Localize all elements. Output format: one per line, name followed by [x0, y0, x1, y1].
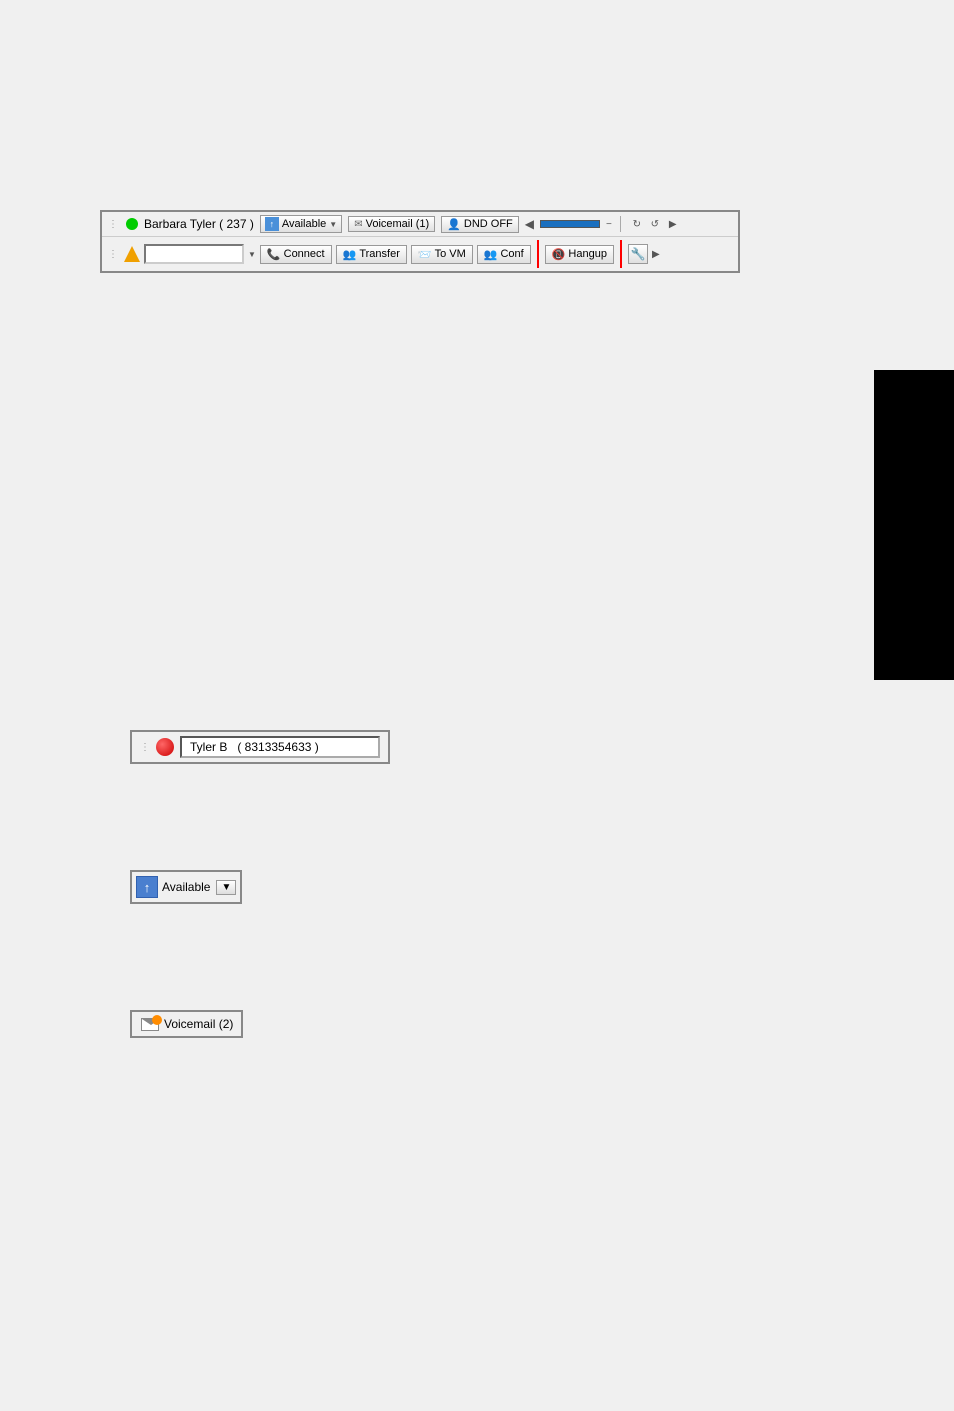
hangup-label: Hangup — [568, 248, 607, 260]
dnd-button[interactable]: 👤 DND OFF — [441, 216, 519, 233]
speaker-icon: ◀ — [525, 217, 534, 231]
dial-dropdown-icon[interactable]: ▼ — [248, 250, 256, 259]
voicemail-button[interactable]: ✉ Voicemail (1) — [348, 216, 435, 232]
toolbar-row1: ⋮ Barbara Tyler ( 237 ) ↑ Available ▼ ✉ … — [102, 212, 738, 237]
alert-triangle-icon — [124, 246, 140, 262]
tovm-label: To VM — [435, 248, 466, 260]
conf-label: Conf — [500, 248, 523, 260]
volume-bar[interactable] — [540, 220, 600, 228]
red-separator-line — [537, 240, 539, 268]
refresh-icons: ↻ ↺ — [629, 216, 663, 232]
toolbar-row2: ⋮ ▼ 📞 Connect 👥 Transfer 📨 To VM 👥 Conf … — [102, 237, 738, 271]
transfer-label: Transfer — [359, 248, 400, 260]
connect-label: Connect — [284, 248, 325, 260]
black-side-panel — [874, 370, 954, 680]
call-card-drag-icon: ⋮ — [140, 742, 150, 753]
minimize-icon[interactable]: − — [606, 219, 612, 230]
active-call-card: ⋮ Tyler B ( 8313354633 ) — [130, 730, 390, 764]
available-dropdown-button[interactable]: ▼ — [216, 880, 236, 895]
call-info-display: Tyler B ( 8313354633 ) — [180, 736, 380, 758]
envelope-body — [141, 1018, 159, 1031]
status-person-icon: ↑ — [265, 217, 279, 231]
available-status-widget: ↑ Available ▼ — [130, 870, 242, 904]
available-person-icon: ↑ — [144, 880, 151, 895]
drag-handle-icon: ⋮ — [108, 219, 118, 230]
voicemail-envelope-icon: ✉ — [354, 219, 362, 230]
connect-button[interactable]: 📞 Connect — [260, 245, 332, 264]
main-toolbar: ⋮ Barbara Tyler ( 237 ) ↑ Available ▼ ✉ … — [100, 210, 740, 273]
available-status-button[interactable]: ↑ Available ▼ — [260, 215, 342, 233]
conf-icon: 👥 — [484, 248, 498, 261]
user-name-label: Barbara Tyler ( 237 ) — [144, 217, 254, 231]
dnd-label: DND OFF — [464, 218, 513, 230]
voicemail-widget[interactable]: Voicemail (2) — [130, 1010, 243, 1038]
expand-icon[interactable]: ▶ — [669, 219, 677, 230]
chevron-down-icon: ▼ — [329, 220, 337, 229]
refresh-icon[interactable]: ↻ — [629, 216, 645, 232]
available-chevron-icon: ▼ — [221, 882, 231, 893]
notification-dot — [152, 1015, 162, 1025]
wrench-icon: 🔧 — [630, 247, 645, 261]
drag-handle2-icon: ⋮ — [108, 249, 118, 260]
transfer-icon: 👥 — [343, 248, 357, 261]
tovm-icon: 📨 — [418, 248, 432, 261]
tovm-button[interactable]: 📨 To VM — [411, 245, 473, 264]
red-separator-line2 — [620, 240, 622, 268]
available-label: Available — [282, 218, 326, 230]
hangup-button[interactable]: 📵 Hangup — [545, 245, 614, 264]
conf-button[interactable]: 👥 Conf — [477, 245, 531, 264]
settings-button[interactable]: 🔧 — [628, 244, 648, 264]
sync-icon[interactable]: ↺ — [647, 216, 663, 232]
dial-input[interactable] — [144, 244, 244, 264]
hangup-phone-icon: 📵 — [552, 248, 566, 261]
voicemail-widget-label: Voicemail (2) — [164, 1017, 233, 1031]
dnd-person-icon: 👤 — [447, 218, 461, 231]
call-status-red-dot — [156, 738, 174, 756]
status-indicator — [126, 218, 138, 230]
caller-name-label: Tyler B — [190, 740, 227, 754]
connect-phone-icon: 📞 — [267, 248, 281, 261]
voicemail-widget-icon — [140, 1016, 160, 1032]
expand2-icon[interactable]: ▶ — [652, 249, 660, 260]
available-icon-box: ↑ — [136, 876, 158, 898]
separator1 — [620, 216, 621, 232]
transfer-button[interactable]: 👥 Transfer — [336, 245, 407, 264]
available-widget-label: Available — [162, 880, 210, 894]
caller-number-label: ( 8313354633 ) — [237, 740, 318, 754]
voicemail-count-label: Voicemail (1) — [366, 218, 430, 230]
